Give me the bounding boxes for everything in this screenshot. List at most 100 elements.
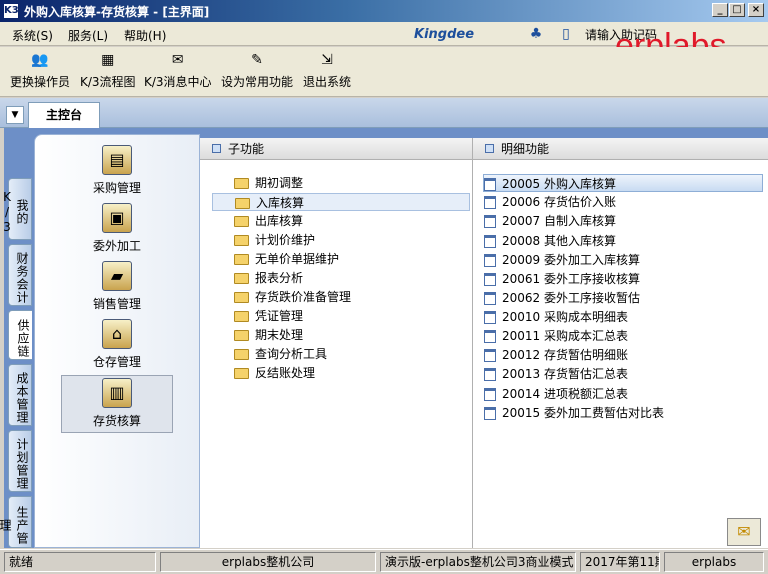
sub-item-outbound-accounting[interactable]: 出库核算	[234, 212, 303, 230]
sub-function-header: 子功能	[200, 138, 472, 160]
sub-item-label: 计划价维护	[255, 233, 316, 247]
detail-item-20062[interactable]: 20062 委外工序接收暂估	[484, 289, 640, 307]
truck-icon: ▰	[102, 261, 132, 291]
tab-main-console[interactable]: 主控台	[28, 102, 100, 128]
status-user: erplabs	[664, 552, 764, 572]
detail-item-20009[interactable]: 20009 委外加工入库核算	[484, 251, 640, 269]
sub-item-label: 出库核算	[255, 214, 304, 228]
close-button[interactable]: ×	[748, 3, 764, 17]
folder-icon	[234, 330, 249, 341]
set-favorite-button[interactable]: ✎ 设为常用功能	[221, 51, 293, 90]
exit-system-button[interactable]: ⇲ 退出系统	[303, 51, 351, 90]
vtab-finance[interactable]: 财务会计	[8, 244, 32, 306]
detail-item-20010[interactable]: 20010 采购成本明细表	[484, 308, 628, 326]
detail-code: 20062	[502, 291, 541, 305]
document-icon	[484, 349, 496, 362]
sub-item-impairment[interactable]: 存货跌价准备管理	[234, 288, 351, 306]
detail-item-20007[interactable]: 20007 自制入库核算	[484, 212, 616, 230]
detail-item-20011[interactable]: 20011 采购成本汇总表	[484, 327, 628, 345]
chevron-down-icon[interactable]: ▼	[6, 106, 24, 124]
sub-item-label: 查询分析工具	[255, 347, 328, 361]
detail-item-20013[interactable]: 20013 存货暂估汇总表	[484, 365, 628, 383]
vtab-planning[interactable]: 计划管理	[8, 430, 32, 492]
people-icon[interactable]: ♣	[528, 26, 544, 42]
panel-header-icon	[212, 144, 221, 153]
detail-function-header: 明细功能	[473, 138, 768, 160]
detail-name: 自制入库核算	[544, 214, 617, 228]
detail-item-20006[interactable]: 20006 存货估价入账	[484, 193, 616, 211]
k3-flowchart-button[interactable]: ▦ K/3流程图	[80, 51, 136, 90]
status-edition: 演示版-erplabs整机公司3商业模式	[380, 552, 576, 572]
detail-item-20061[interactable]: 20061 委外工序接收核算	[484, 270, 640, 288]
detail-name: 委外工序接收暂估	[544, 291, 641, 305]
vtab-supply-chain[interactable]: 供应链	[8, 310, 32, 360]
detail-name: 存货暂估明细账	[544, 348, 629, 362]
sub-item-voucher[interactable]: 凭证管理	[234, 307, 303, 325]
change-operator-button[interactable]: 👥 更换操作员	[10, 51, 70, 90]
detail-code: 20006	[502, 195, 541, 209]
sub-item-period-end[interactable]: 期末处理	[234, 326, 303, 344]
tab-bar: ▼ 主控台	[0, 98, 768, 128]
sub-item-plan-price[interactable]: 计划价维护	[234, 231, 315, 249]
sub-item-opening-adjustment[interactable]: 期初调整	[234, 174, 303, 192]
module-sales[interactable]: ▰ 销售管理	[61, 259, 173, 315]
detail-code: 20012	[502, 348, 541, 362]
document-icon	[484, 330, 496, 343]
mail-icon[interactable]: ✉	[727, 518, 761, 546]
message-icon: ✉	[171, 52, 184, 68]
menu-system[interactable]: 系统(S)	[12, 27, 53, 44]
vtab-my-k3[interactable]: 我的K/3	[0, 178, 32, 240]
menu-help[interactable]: 帮助(H)	[124, 27, 166, 44]
vtab-production[interactable]: 生产管理	[0, 496, 32, 548]
document-icon	[484, 178, 496, 191]
detail-code: 20008	[502, 234, 541, 248]
detail-name: 委外加工费暂估对比表	[544, 406, 665, 420]
detail-item-20014[interactable]: 20014 进项税额汇总表	[484, 385, 628, 403]
detail-code: 20013	[502, 367, 541, 381]
sub-item-label: 报表分析	[255, 271, 304, 285]
folder-icon	[234, 254, 249, 265]
detail-code: 20014	[502, 387, 541, 401]
module-purchase[interactable]: ▤ 采购管理	[61, 143, 173, 199]
document-icon	[484, 215, 496, 228]
document-icon	[484, 388, 496, 401]
toolbar: 👥 更换操作员 ▦ K/3流程图 ✉ K/3消息中心 ✎ 设为常用功能 ⇲ 退出…	[0, 47, 768, 97]
sub-item-reverse-closing[interactable]: 反结账处理	[234, 364, 315, 382]
folder-icon	[234, 273, 249, 284]
sub-item-label: 期末处理	[255, 328, 304, 342]
window-title: 外购入库核算-存货核算 - [主界面]	[24, 5, 210, 19]
module-warehouse[interactable]: ⌂ 仓存管理	[61, 317, 173, 373]
phone-icon[interactable]: ▯	[558, 26, 574, 42]
sub-item-query-tools[interactable]: 查询分析工具	[234, 345, 327, 363]
k3-message-center-label: K/3消息中心	[144, 75, 212, 89]
detail-item-20008[interactable]: 20008 其他入库核算	[484, 232, 616, 250]
detail-name: 存货估价入账	[544, 195, 617, 209]
favorite-icon: ✎	[251, 52, 263, 68]
exit-icon: ⇲	[321, 52, 333, 68]
minimize-button[interactable]: _	[712, 3, 728, 17]
menu-service[interactable]: 服务(L)	[68, 27, 108, 44]
detail-item-20005[interactable]: 20005 外购入库核算	[483, 174, 763, 192]
document-icon	[484, 235, 496, 248]
k3-logo-icon[interactable]: K3	[3, 3, 19, 19]
sub-item-label: 反结账处理	[255, 366, 316, 380]
sub-item-no-price-docs[interactable]: 无单价单据维护	[234, 250, 339, 268]
module-outsourcing[interactable]: ▣ 委外加工	[61, 201, 173, 257]
vertical-tabs: 我的K/3 财务会计 供应链 成本管理 计划管理 生产管理	[0, 128, 34, 548]
detail-item-20012[interactable]: 20012 存货暂估明细账	[484, 346, 628, 364]
k3-flowchart-label: K/3流程图	[80, 75, 136, 89]
vtab-cost-management[interactable]: 成本管理	[8, 364, 32, 426]
sub-item-report-analysis[interactable]: 报表分析	[234, 269, 303, 287]
module-inventory-accounting[interactable]: ▥ 存货核算	[61, 375, 173, 433]
sub-item-label: 无单价单据维护	[255, 252, 340, 266]
detail-name: 采购成本明细表	[544, 310, 629, 324]
detail-item-20015[interactable]: 20015 委外加工费暂估对比表	[484, 404, 664, 422]
menu-bar: 系统(S) 服务(L) 帮助(H) Kingdee ♣ ▯ 请输入助记码 erp…	[0, 22, 768, 64]
detail-name: 存货暂估汇总表	[544, 367, 629, 381]
detail-code: 20007	[502, 214, 541, 228]
sub-item-inbound-accounting[interactable]: 入库核算	[212, 193, 470, 211]
purchase-icon: ▤	[102, 145, 132, 175]
detail-code: 20005	[502, 177, 541, 191]
maximize-button[interactable]: □	[729, 3, 745, 17]
k3-message-center-button[interactable]: ✉ K/3消息中心	[144, 51, 212, 90]
